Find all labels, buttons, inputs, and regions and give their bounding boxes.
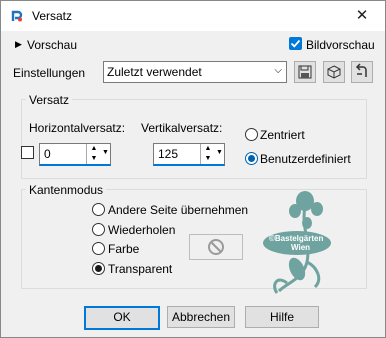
radio-centered[interactable] xyxy=(245,128,258,141)
settings-label: Einstellungen xyxy=(13,66,86,80)
vertical-offset-label: Vertikalversatz: xyxy=(141,121,223,135)
watermark-text-line1: ©Bastelgärten xyxy=(269,234,324,243)
horizontal-offset-label: Horizontalversatz: xyxy=(29,121,126,135)
radio-repeat[interactable] xyxy=(92,223,105,236)
radio-wrap-other-side[interactable] xyxy=(92,203,105,216)
undo-changes-button[interactable] xyxy=(351,61,373,83)
help-button[interactable]: Hilfe xyxy=(245,306,319,328)
save-preset-button[interactable] xyxy=(294,61,316,83)
no-color-icon xyxy=(208,239,224,255)
radio-color-label[interactable]: Farbe xyxy=(108,242,139,256)
radio-custom-label[interactable]: Benutzerdefiniert xyxy=(260,152,351,166)
horizontal-offset-input[interactable]: 0 ▲ ▼ ▼ xyxy=(39,143,111,166)
dropdown-arrow-icon[interactable]: ▼ xyxy=(102,149,109,156)
radio-wrap-other-side-label[interactable]: Andere Seite übernehmen xyxy=(108,203,248,217)
app-icon xyxy=(10,9,24,23)
chevron-down-icon: ⌵ xyxy=(274,65,282,76)
horizontal-spinner[interactable]: ▲ ▼ xyxy=(86,144,101,164)
checkmark-icon xyxy=(290,39,301,48)
cancel-button[interactable]: Abbrechen xyxy=(167,306,235,328)
expand-triangle-icon[interactable]: ▶ xyxy=(15,39,22,50)
radio-color[interactable] xyxy=(92,242,105,255)
cube-icon xyxy=(327,65,341,79)
radio-transparent[interactable] xyxy=(92,262,105,275)
dropdown-arrow-icon[interactable]: ▼ xyxy=(216,149,223,156)
title-bar: Versatz ✕ xyxy=(1,1,385,31)
radio-repeat-label[interactable]: Wiederholen xyxy=(108,223,175,237)
dialog-window: Versatz ✕ ▶ Vorschau Bildvorschau Einste… xyxy=(0,0,386,338)
color-swatch-button[interactable] xyxy=(189,234,243,260)
settings-dropdown[interactable]: Zuletzt verwendet ⌵ xyxy=(103,61,287,83)
preview-toggle-label[interactable]: Vorschau xyxy=(27,38,77,52)
preview-checkbox-label: Bildvorschau xyxy=(306,38,375,52)
close-button[interactable]: ✕ xyxy=(339,1,385,31)
floppy-disk-icon xyxy=(298,65,312,79)
offset-group-title: Versatz xyxy=(26,93,73,107)
vertical-spinner[interactable]: ▲ ▼ xyxy=(200,144,215,164)
preview-checkbox[interactable] xyxy=(289,37,302,50)
reset-defaults-button[interactable] xyxy=(323,61,345,83)
radio-centered-label[interactable]: Zentriert xyxy=(260,128,305,142)
radio-transparent-label[interactable]: Transparent xyxy=(108,262,172,276)
window-title: Versatz xyxy=(32,9,73,23)
watermark-text-line2: Wien xyxy=(291,243,311,252)
radio-custom[interactable] xyxy=(245,152,258,165)
edge-mode-group-title: Kantenmodus xyxy=(26,183,107,197)
vertical-offset-input[interactable]: 125 ▲ ▼ ▼ xyxy=(153,143,225,166)
ok-button[interactable]: OK xyxy=(84,306,160,330)
offset-groupbox xyxy=(21,99,367,179)
vertical-offset-value: 125 xyxy=(158,147,179,161)
horizontal-offset-value: 0 xyxy=(44,147,51,161)
link-checkbox[interactable] xyxy=(21,146,34,159)
undo-arrow-icon xyxy=(355,63,367,77)
settings-dropdown-value: Zuletzt verwendet xyxy=(107,65,202,79)
